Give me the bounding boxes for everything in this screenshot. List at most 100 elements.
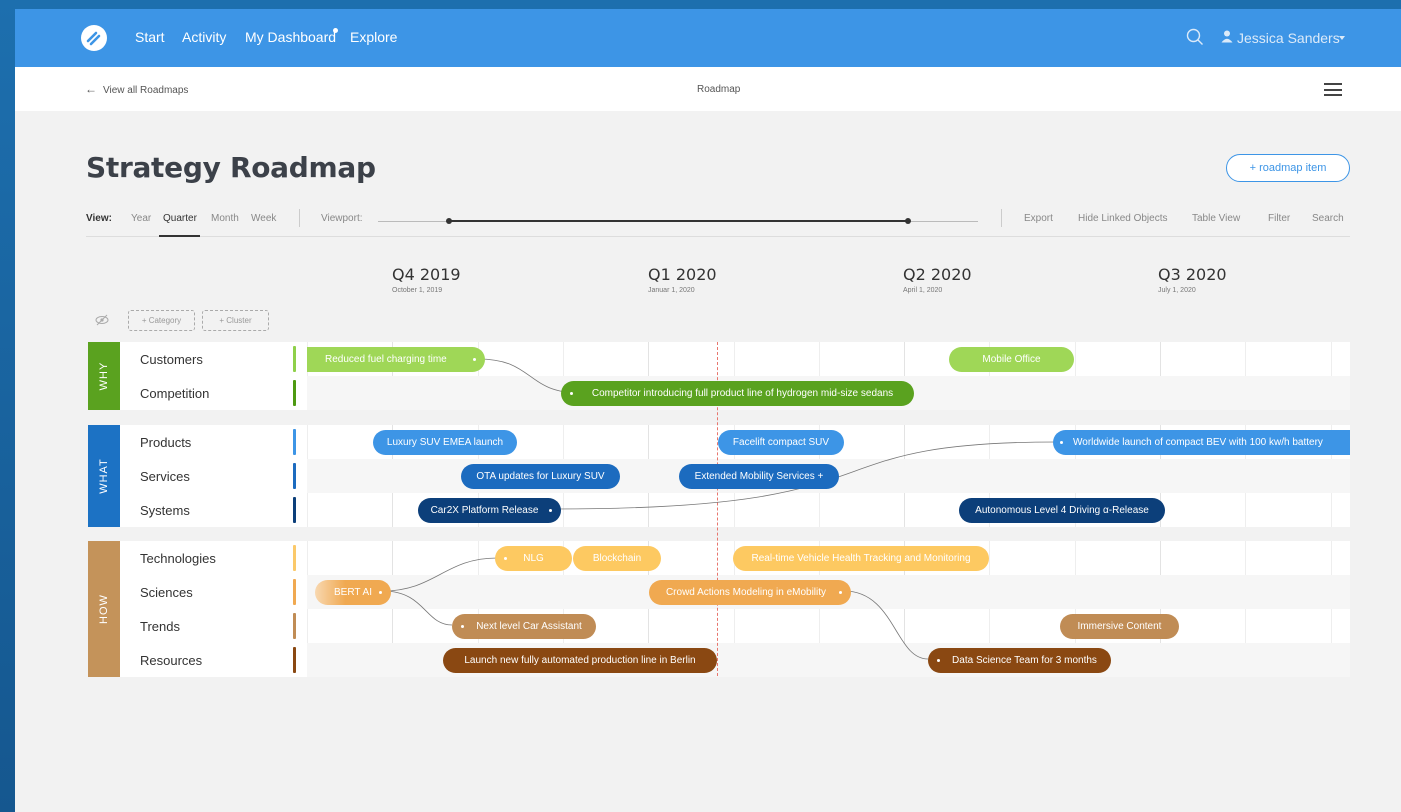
roadmap-item[interactable]: Reduced fuel charging time xyxy=(307,347,485,372)
quarter-label: Q3 2020 xyxy=(1158,265,1227,284)
tab-week[interactable]: Week xyxy=(251,213,276,224)
user-menu[interactable]: Jessica Sanders xyxy=(1237,30,1340,46)
tab-year[interactable]: Year xyxy=(131,213,151,224)
quarter-label: Q2 2020 xyxy=(903,265,972,284)
logo-icon[interactable] xyxy=(81,25,107,51)
roadmap-item-label: Competitor introducing full product line… xyxy=(591,388,894,399)
roadmap-item[interactable]: Next level Car Assistant xyxy=(452,614,596,639)
nav-activity[interactable]: Activity xyxy=(182,29,226,45)
export-button[interactable]: Export xyxy=(1024,213,1053,224)
roadmap-item[interactable]: Mobile Office xyxy=(949,347,1074,372)
roadmap-item-label: Real-time Vehicle Health Tracking and Mo… xyxy=(751,553,971,564)
quarter-header: Q2 2020 April 1, 2020 xyxy=(903,265,972,294)
roadmap-item-label: Next level Car Assistant xyxy=(476,621,582,632)
hide-linked-objects-button[interactable]: Hide Linked Objects xyxy=(1078,213,1168,224)
roadmap-item-label: Facelift compact SUV xyxy=(732,437,830,448)
nav-my-dashboard[interactable]: My Dashboard xyxy=(245,29,336,45)
row-label-competition: Competition xyxy=(140,386,210,401)
quarter-date: July 1, 2020 xyxy=(1158,287,1196,294)
nav-start[interactable]: Start xyxy=(135,29,165,45)
link-dot-icon xyxy=(473,358,476,361)
roadmap-item[interactable]: BERT AI xyxy=(315,580,391,605)
roadmap-item[interactable]: Car2X Platform Release xyxy=(418,498,561,523)
roadmap-item-label: Luxury SUV EMEA launch xyxy=(386,437,504,448)
back-link-label: View all Roadmaps xyxy=(103,85,189,96)
row-label-services: Services xyxy=(140,469,190,484)
roadmap-item[interactable]: Extended Mobility Services + xyxy=(679,464,839,489)
group-tab[interactable]: WHY xyxy=(88,342,120,410)
toolbar-divider xyxy=(1001,209,1002,227)
back-to-roadmaps-link[interactable]: ← View all Roadmaps xyxy=(85,82,188,96)
roadmap-item-label: Worldwide launch of compact BEV with 100… xyxy=(1073,437,1323,448)
viewport-start-handle[interactable] xyxy=(446,218,452,224)
roadmap-item-label: Crowd Actions Modeling in eMobility xyxy=(665,587,827,598)
group-tab[interactable]: WHAT xyxy=(88,425,120,527)
roadmap-item-label: Data Science Team for 3 months xyxy=(952,655,1097,666)
roadmap-item[interactable]: Real-time Vehicle Health Tracking and Mo… xyxy=(733,546,989,571)
search-icon[interactable] xyxy=(1186,28,1204,46)
roadmap-item[interactable]: Worldwide launch of compact BEV with 100… xyxy=(1053,430,1350,455)
row-color-bar xyxy=(293,579,296,605)
eye-hidden-icon[interactable] xyxy=(95,313,109,327)
roadmap-item-label: Reduced fuel charging time xyxy=(325,354,447,365)
roadmap-item-label: Blockchain xyxy=(592,553,642,564)
top-navigation-bar: Start Activity My Dashboard Explore Jess… xyxy=(15,9,1401,67)
row-color-bar xyxy=(293,463,296,489)
roadmap-item[interactable]: Luxury SUV EMEA launch xyxy=(373,430,517,455)
group-tab[interactable]: HOW xyxy=(88,541,120,677)
roadmap-item[interactable]: Blockchain xyxy=(573,546,661,571)
toolbar-divider xyxy=(299,209,300,227)
filter-button[interactable]: Filter xyxy=(1268,213,1290,224)
roadmap-item-label: OTA updates for Luxury SUV xyxy=(476,471,605,482)
viewport-label: Viewport: xyxy=(321,213,363,224)
chevron-down-icon[interactable] xyxy=(1339,36,1345,40)
quarter-date: April 1, 2020 xyxy=(903,287,943,294)
roadmap-item[interactable]: Facelift compact SUV xyxy=(718,430,844,455)
roadmap-item[interactable]: Data Science Team for 3 months xyxy=(928,648,1111,673)
viewport-slider-range[interactable] xyxy=(448,220,908,222)
roadmap-item[interactable]: Crowd Actions Modeling in eMobility xyxy=(649,580,851,605)
row-label-resources: Resources xyxy=(140,653,203,668)
quarter-header: Q1 2020 Januar 1, 2020 xyxy=(648,265,717,294)
category-group-how: HOW Technologies Sciences Trends Resourc… xyxy=(88,541,1350,677)
add-cluster-button[interactable]: + Cluster xyxy=(202,310,269,331)
user-icon[interactable] xyxy=(1221,30,1233,43)
group-label: WHY xyxy=(98,361,110,391)
row-color-bar xyxy=(293,497,296,523)
roadmap-item[interactable]: Autonomous Level 4 Driving α-Release xyxy=(959,498,1165,523)
roadmap-item-label: Immersive Content xyxy=(1077,621,1162,632)
row-color-bar xyxy=(293,429,296,455)
nav-explore[interactable]: Explore xyxy=(350,29,397,45)
row-label-customers: Customers xyxy=(140,352,203,367)
roadmap-item-label: Autonomous Level 4 Driving α-Release xyxy=(975,505,1149,516)
quarter-label: Q1 2020 xyxy=(648,265,717,284)
viewport-end-handle[interactable] xyxy=(905,218,911,224)
hamburger-menu-icon[interactable] xyxy=(1324,83,1342,96)
roadmap-item[interactable]: NLG xyxy=(495,546,572,571)
link-dot-icon xyxy=(549,509,552,512)
arrow-left-icon: ← xyxy=(85,82,97,96)
row-label-products: Products xyxy=(140,435,192,450)
roadmap-item[interactable]: Immersive Content xyxy=(1060,614,1179,639)
roadmap-item-label: Mobile Office xyxy=(982,354,1041,365)
roadmap-item-label: Extended Mobility Services + xyxy=(694,471,824,482)
page-title: Strategy Roadmap xyxy=(86,151,376,184)
roadmap-item[interactable]: Competitor introducing full product line… xyxy=(561,381,914,406)
view-label: View: xyxy=(86,213,112,224)
app-frame: Start Activity My Dashboard Explore Jess… xyxy=(15,9,1401,812)
group-label: WHAT xyxy=(98,458,110,494)
link-dot-icon xyxy=(937,659,940,662)
roadmap-item[interactable]: Launch new fully automated production li… xyxy=(443,648,717,673)
tab-month[interactable]: Month xyxy=(211,213,239,224)
row-label-technologies: Technologies xyxy=(140,551,216,566)
search-button[interactable]: Search xyxy=(1312,213,1344,224)
quarter-header: Q4 2019 October 1, 2019 xyxy=(392,265,461,294)
tab-quarter[interactable]: Quarter xyxy=(163,213,197,224)
add-roadmap-item-button[interactable]: + roadmap item xyxy=(1226,154,1350,182)
add-category-button[interactable]: + Category xyxy=(128,310,195,331)
table-view-button[interactable]: Table View xyxy=(1192,213,1240,224)
row-label-systems: Systems xyxy=(140,503,190,518)
roadmap-item[interactable]: OTA updates for Luxury SUV xyxy=(461,464,620,489)
row-color-bar xyxy=(293,647,296,673)
row-color-bar xyxy=(293,346,296,372)
